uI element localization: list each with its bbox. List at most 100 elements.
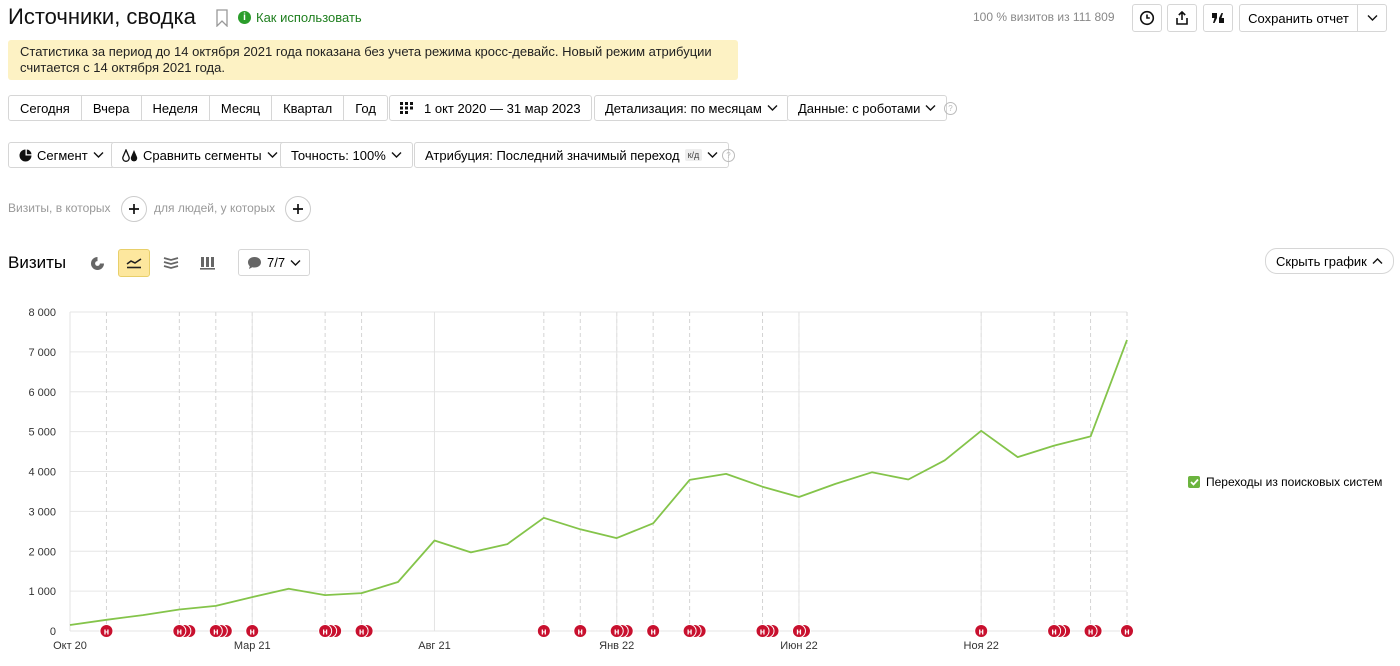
annotation-marker-label: н [322,627,327,637]
pie-chart-icon [90,256,104,270]
tab-quarter[interactable]: Квартал [272,96,345,120]
chevron-down-icon [707,152,718,158]
annotation-marker-label: н [614,627,619,637]
chevron-down-icon [925,105,936,111]
robots-label: Данные: с роботами [798,100,921,116]
pie-chart-icon [19,149,32,161]
history-button[interactable] [1132,4,1162,32]
attribution-dropdown[interactable]: Атрибуция: Последний значимый переход к/… [414,142,730,168]
line-view-button[interactable] [118,249,150,277]
y-tick-label: 7 000 [28,347,56,359]
how-to-use-label: Как использовать [256,10,362,25]
help-icon[interactable]: ? [722,149,735,162]
calendar-icon [400,102,413,114]
annotation-marker-label: н [1124,627,1129,637]
tab-yesterday[interactable]: Вчера [82,96,142,120]
annotation-marker-label: н [541,627,546,637]
api-button[interactable] [1203,4,1233,32]
area-view-button[interactable] [155,249,187,277]
annotation-marker-label: н [359,627,364,637]
annotation-marker-label: н [104,627,109,637]
y-tick-label: 5 000 [28,427,56,439]
detail-label: Детализация: по месяцам [605,100,762,116]
pie-view-button[interactable] [81,249,113,277]
bar-view-button[interactable] [191,249,223,277]
period-tabs: Сегодня Вчера Неделя Месяц Квартал Год [8,95,388,121]
add-people-condition-button[interactable] [285,196,311,222]
visits-line-chart: 0 1 000 2 000 3 000 4 000 5 000 6 000 7 000 8 00… [28,307,1134,652]
notice-line-1: Статистика за период до 14 октября 2021 … [20,44,712,59]
x-tick-label: Мар 21 [234,640,271,652]
y-tick-label: 6 000 [28,387,56,399]
annotation-marker-label: н [760,627,765,637]
y-tick-label: 8 000 [28,307,56,319]
chevron-down-icon [267,152,278,158]
annotation-marker-label: н [796,627,801,637]
y-tick-label: 3 000 [28,506,56,518]
robots-dropdown[interactable]: Данные: с роботами [787,95,948,121]
chevron-down-icon [391,152,402,158]
annotation-marker-label: н [1051,627,1056,637]
annotation-marker-label: н [578,627,583,637]
series-line [69,339,1128,626]
bar-chart-icon [199,257,215,270]
x-tick-label: Авг 21 [418,640,450,652]
annotation-marker-label: н [1088,627,1093,637]
x-tick-label: Ноя 22 [964,640,999,652]
people-condition-label: для людей, у которых [154,201,276,215]
stacked-area-icon [163,257,179,269]
annotation-marker-label: н [250,627,255,637]
detail-dropdown[interactable]: Детализация: по месяцам [594,95,789,121]
export-button[interactable] [1167,4,1197,32]
chevron-down-icon[interactable] [1358,5,1386,31]
annotation-marker-label: н [978,627,983,637]
tab-week[interactable]: Неделя [142,96,210,120]
plus-icon [293,204,303,214]
tab-today[interactable]: Сегодня [9,96,82,120]
annotation-marker-label: н [687,627,692,637]
legend-checkbox[interactable] [1188,476,1200,488]
accuracy-dropdown[interactable]: Точность: 100% [280,142,413,168]
compare-segments-dropdown[interactable]: Сравнить сегменты [111,142,289,168]
y-tick-label: 4 000 [28,467,56,479]
line-chart-icon [126,258,142,269]
compare-segments-label: Сравнить сегменты [143,147,262,163]
y-tick-label: 1 000 [28,586,56,598]
chevron-down-icon [767,105,778,111]
how-to-use-link[interactable]: i Как использовать [238,10,362,25]
info-icon: i [238,11,251,24]
x-tick-label: Окт 20 [53,640,87,652]
bookmark-icon[interactable] [216,9,228,27]
page-title: Источники, сводка [8,4,196,29]
annotations-dropdown[interactable]: 7/7 [238,249,311,276]
annotation-marker-label: н [213,627,218,637]
chart-title: Визиты [8,253,67,272]
save-report-label: Сохранить отчет [1240,5,1358,31]
save-report-button[interactable]: Сохранить отчет [1239,4,1387,32]
help-icon[interactable]: ? [944,102,957,115]
cross-device-badge: к/д [684,149,703,161]
visits-condition-label: Визиты, в которых [8,201,111,215]
y-tick-label: 0 [50,626,56,638]
comment-icon [248,256,261,269]
tab-year[interactable]: Год [344,96,387,120]
hide-chart-button[interactable]: Скрыть график [1265,248,1394,274]
date-range-label: 1 окт 2020 — 31 мар 2023 [424,100,581,116]
chevron-down-icon [93,152,104,158]
share-icon [1176,10,1188,25]
x-tick-label: Янв 22 [599,640,634,652]
add-visit-condition-button[interactable] [121,196,147,222]
legend-series-label: Переходы из поисковых систем [1206,475,1383,489]
attribution-label: Атрибуция: Последний значимый переход [425,147,680,163]
tab-month[interactable]: Месяц [210,96,273,120]
date-range-picker[interactable]: 1 окт 2020 — 31 мар 2023 [389,95,592,121]
segment-label: Сегмент [37,147,88,163]
quote-icon [1212,13,1224,23]
clock-icon [1139,10,1155,26]
accuracy-label: Точность: 100% [291,147,386,163]
annotation-marker-label: н [650,627,655,637]
visits-sample-info: 100 % визитов из 111 809 [973,10,1115,24]
segment-dropdown[interactable]: Сегмент [8,142,115,168]
attribution-notice: Статистика за период до 14 октября 2021 … [8,40,738,80]
chevron-up-icon [1372,258,1383,264]
